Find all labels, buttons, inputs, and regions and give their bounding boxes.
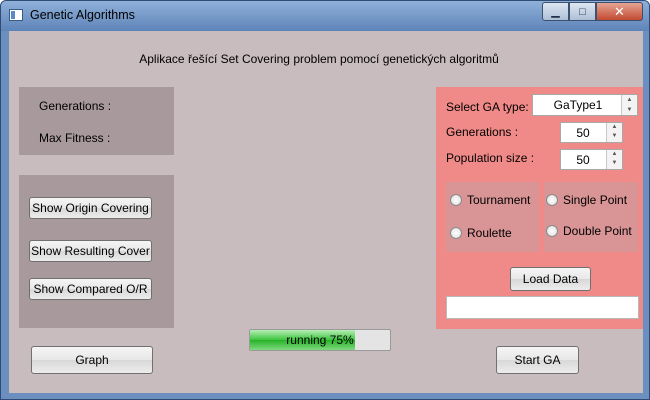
radio-roulette[interactable]: Roulette	[450, 226, 512, 240]
generations-stepper[interactable]: 50 ▲ ▼	[560, 122, 623, 143]
radio-circle	[450, 227, 462, 239]
ga-type-label: Select GA type:	[446, 100, 529, 114]
generations-spinner[interactable]: ▲ ▼	[606, 123, 622, 142]
generations-value: 50	[576, 126, 590, 140]
generations-stat-label: Generations :	[39, 99, 112, 113]
page-heading: Aplikace řešící Set Covering problem pom…	[139, 52, 499, 66]
close-button[interactable]: ✕	[596, 2, 643, 21]
radio-double-point[interactable]: Double Point	[546, 224, 632, 238]
maximize-icon: □	[579, 5, 586, 18]
window-title: Genetic Algorithms	[30, 8, 135, 22]
title-bar[interactable]: Genetic Algorithms ▁ □ ✕	[1, 1, 649, 31]
progress-text: running 75%	[286, 333, 354, 347]
show-resulting-cover-button[interactable]: Show Resulting Cover	[29, 240, 152, 262]
graph-button[interactable]: Graph	[31, 346, 153, 374]
maximize-button[interactable]: □	[569, 2, 596, 21]
minimize-button[interactable]: ▁	[542, 2, 569, 21]
radio-circle	[546, 194, 558, 206]
radio-label: Single Point	[563, 193, 628, 207]
stats-panel: Generations : Max Fitness :	[19, 87, 174, 155]
population-spinner[interactable]: ▲ ▼	[606, 150, 622, 169]
ga-settings-panel: Select GA type: GaType1 ▲ ▼ Generations …	[436, 87, 643, 329]
progress-bar: running 75%	[249, 329, 391, 351]
population-value: 50	[576, 153, 590, 167]
population-field-label: Population size :	[446, 151, 535, 165]
radio-label: Tournament	[467, 193, 531, 207]
radio-label: Roulette	[467, 226, 512, 240]
chevron-down-icon: ▼	[611, 133, 618, 139]
app-window: Genetic Algorithms ▁ □ ✕ Aplikace řešící…	[0, 0, 650, 400]
start-ga-button[interactable]: Start GA	[496, 346, 579, 374]
radio-label: Double Point	[563, 224, 632, 238]
chevron-down-icon: ▼	[626, 107, 633, 113]
chevron-down-icon: ▼	[611, 160, 618, 166]
radio-tournament[interactable]: Tournament	[450, 193, 530, 207]
crossover-group: Single Point Double Point	[544, 182, 638, 252]
radio-circle	[546, 225, 558, 237]
chevron-up-icon: ▲	[611, 124, 618, 130]
ga-type-select[interactable]: GaType1 ▲ ▼	[532, 94, 638, 116]
radio-circle	[450, 194, 462, 206]
chevron-up-icon: ▲	[626, 97, 633, 103]
population-stepper[interactable]: 50 ▲ ▼	[560, 149, 623, 170]
show-compared-button[interactable]: Show Compared O/R	[29, 278, 152, 300]
max-fitness-stat-label: Max Fitness :	[39, 131, 111, 145]
show-origin-covering-button[interactable]: Show Origin Covering	[29, 197, 152, 219]
chevron-up-icon: ▲	[611, 151, 618, 157]
radio-single-point[interactable]: Single Point	[546, 193, 627, 207]
main-content: Aplikace řešící Set Covering problem pom…	[9, 31, 643, 393]
load-data-button[interactable]: Load Data	[510, 267, 591, 291]
close-icon: ✕	[614, 3, 625, 19]
ga-type-spinner[interactable]: ▲ ▼	[621, 95, 637, 115]
app-window-icon	[9, 9, 23, 21]
view-buttons-panel: Show Origin Covering Show Resulting Cove…	[19, 175, 174, 328]
selection-group: Tournament Roulette	[446, 182, 539, 252]
minimize-icon: ▁	[551, 6, 560, 18]
ga-type-value: GaType1	[553, 98, 603, 112]
generations-field-label: Generations :	[446, 125, 519, 139]
output-textbox[interactable]	[446, 296, 639, 319]
